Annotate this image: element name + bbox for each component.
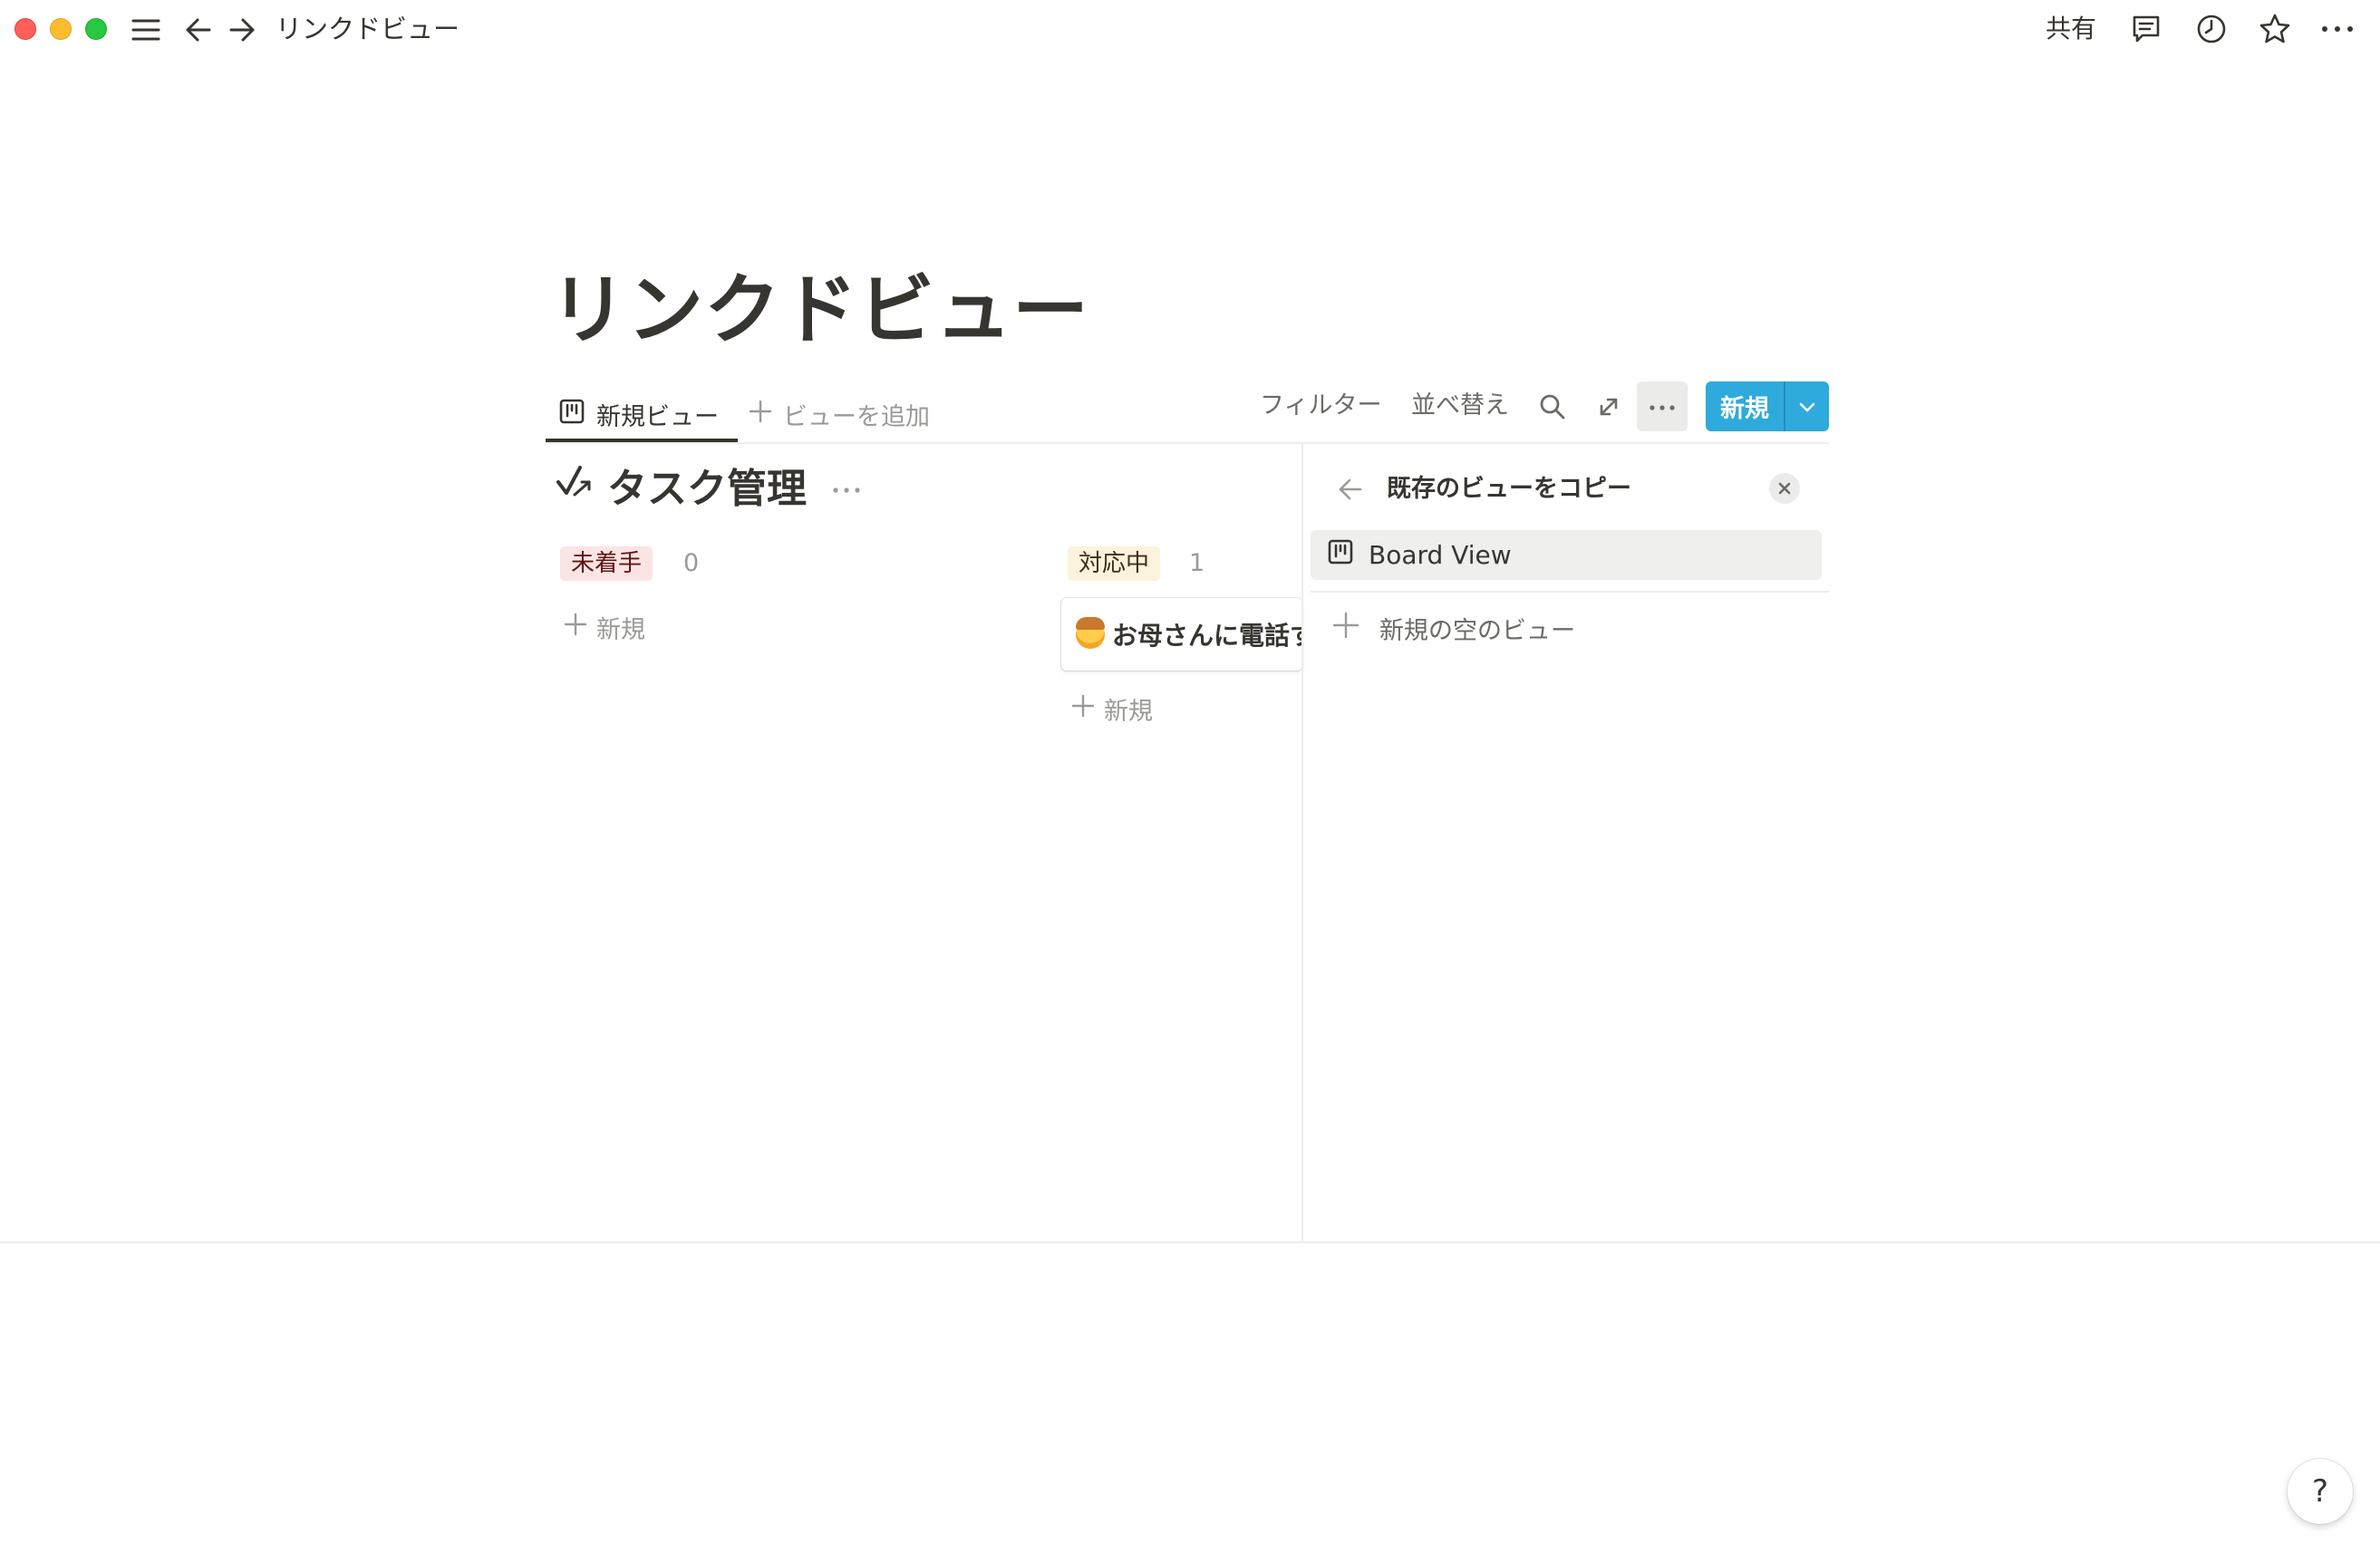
plus-icon: [1071, 694, 1095, 724]
window-zoom-button[interactable]: [85, 18, 107, 40]
add-card-button[interactable]: 新規: [564, 607, 645, 647]
plus-icon: [749, 400, 772, 430]
toolbar-divider: [546, 442, 1829, 444]
add-card-label: 新規: [596, 615, 645, 644]
close-icon[interactable]: [1769, 473, 1800, 504]
database-title[interactable]: タスク管理: [555, 458, 861, 512]
panel-divider-line: [1311, 591, 1829, 593]
share-button[interactable]: 共有: [2046, 11, 2096, 47]
add-card-button[interactable]: 新規: [1071, 689, 1153, 729]
database-more-icon[interactable]: [832, 469, 861, 501]
window-close-button[interactable]: [15, 18, 36, 40]
filter-button[interactable]: フィルター: [1260, 388, 1381, 424]
woman-emoji-icon: [1076, 617, 1105, 649]
back-arrow-icon[interactable]: [181, 13, 216, 47]
plus-icon: [564, 613, 587, 642]
search-icon[interactable]: [1535, 390, 1570, 424]
copy-view-item[interactable]: Board View: [1311, 530, 1822, 580]
tab-new-view[interactable]: 新規ビュー: [546, 385, 731, 443]
new-button-label[interactable]: 新規: [1706, 381, 1785, 431]
expand-icon[interactable]: [1592, 390, 1626, 424]
group-count: 1: [1189, 549, 1205, 577]
add-view-button[interactable]: ビューを追加: [749, 385, 930, 443]
tab-label: 新規ビュー: [596, 402, 719, 431]
card-title: お母さんに電話す: [1112, 621, 1302, 651]
plus-icon: [1332, 612, 1359, 645]
group-tag-not-started[interactable]: 未着手: [560, 546, 653, 581]
board-view-icon: [1327, 538, 1354, 572]
group-count: 0: [683, 549, 700, 577]
panel-title: 既存のビューをコピー: [1387, 475, 1631, 503]
database-title-text: タスク管理: [607, 466, 807, 512]
sidebar-menu-icon[interactable]: [129, 13, 163, 47]
add-card-label: 新規: [1104, 697, 1153, 726]
panel-divider: [1301, 444, 1303, 1243]
breadcrumb[interactable]: リンクドビュー: [276, 11, 460, 47]
clock-icon[interactable]: [2193, 11, 2230, 47]
content-bottom-divider: [0, 1241, 2380, 1243]
forward-arrow-icon[interactable]: [225, 13, 259, 47]
linked-database-icon: [555, 460, 595, 510]
new-empty-view-button[interactable]: 新規の空のビュー: [1332, 607, 1575, 649]
sort-button[interactable]: 並べ替え: [1411, 388, 1509, 424]
chevron-down-icon[interactable]: [1785, 381, 1829, 431]
add-view-label: ビューを追加: [783, 402, 930, 431]
group-tag-in-progress[interactable]: 対応中: [1068, 546, 1161, 581]
page-title[interactable]: リンクドビュー: [550, 256, 1089, 364]
more-icon: [1649, 398, 1676, 415]
view-more-button[interactable]: [1637, 381, 1688, 431]
board-card[interactable]: お母さんに電話す: [1061, 598, 1302, 671]
new-empty-view-label: 新規の空のビュー: [1379, 616, 1575, 645]
copy-view-label: Board View: [1369, 540, 1512, 570]
more-icon[interactable]: [2318, 11, 2356, 47]
comment-icon[interactable]: [2128, 11, 2164, 47]
board-view-icon: [558, 398, 585, 431]
new-button[interactable]: 新規: [1706, 381, 1829, 431]
window-minimize-button[interactable]: [50, 18, 72, 40]
help-button[interactable]: ?: [2288, 1459, 2353, 1524]
star-icon[interactable]: [2257, 11, 2293, 47]
panel-back-arrow-icon[interactable]: [1332, 471, 1369, 507]
